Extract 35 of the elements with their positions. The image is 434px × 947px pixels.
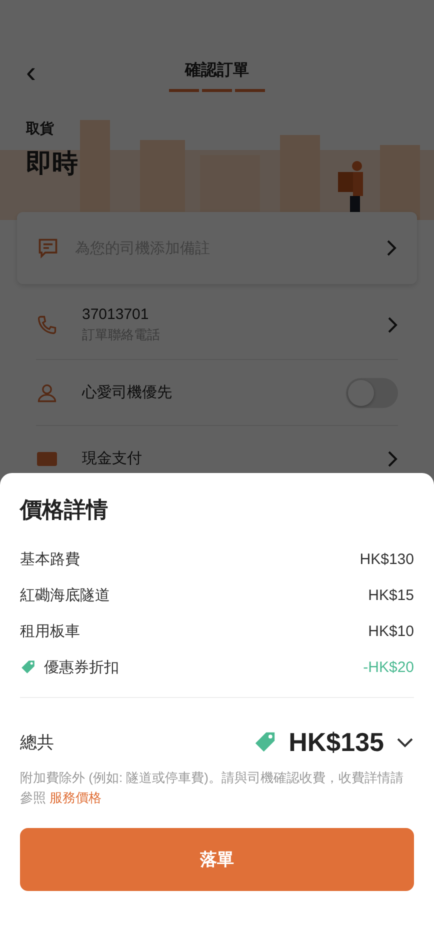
fee-amount: HK$15 xyxy=(368,586,414,604)
message-icon xyxy=(37,237,59,259)
fee-name: 紅磡海底隧道 xyxy=(20,586,110,604)
step-bar xyxy=(169,89,199,92)
row-title: 37013701 xyxy=(82,306,150,322)
page-title: 確認訂單 xyxy=(185,60,249,81)
row-title: 心愛司機優先 xyxy=(82,383,173,402)
chevron-right-icon[interactable] xyxy=(385,239,397,257)
fee-amount: -HK$20 xyxy=(363,658,414,676)
sheet-title: 價格詳情 xyxy=(20,496,109,524)
fee-amount: HK$130 xyxy=(360,550,414,568)
pickup-time: 即時 xyxy=(26,147,79,180)
people-icon xyxy=(36,382,58,404)
total-label: 總共 xyxy=(20,732,54,754)
cash-icon xyxy=(36,450,58,466)
price-note: 附加費除外 (例如: 隧道或停車費)。請與司機確認收費，收費詳情請參照 服務價格 xyxy=(20,769,404,807)
fee-name: 優惠券折扣 xyxy=(44,658,119,676)
tag-icon xyxy=(252,730,277,754)
fee-amount: HK$10 xyxy=(368,622,414,640)
phone-icon xyxy=(36,314,58,336)
toggle-switch[interactable] xyxy=(346,378,398,408)
fee-name: 租用板車 xyxy=(20,622,80,640)
chevron-right-icon[interactable] xyxy=(386,450,398,468)
tag-icon xyxy=(20,659,36,675)
submit-button[interactable]: 落單 xyxy=(20,828,414,891)
pickup-label: 取貨 xyxy=(26,120,55,138)
chevron-down-icon[interactable] xyxy=(396,736,414,748)
row-title: 現金支付 xyxy=(82,449,143,468)
fee-name: 基本路費 xyxy=(20,550,80,568)
step-bar xyxy=(202,89,232,92)
back-button[interactable]: ‹ xyxy=(20,58,42,88)
service-price-link[interactable]: 服務價格 xyxy=(50,790,102,805)
step-bar xyxy=(235,89,265,92)
chevron-right-icon[interactable] xyxy=(386,316,398,334)
total-amount: HK$135 xyxy=(288,726,384,758)
